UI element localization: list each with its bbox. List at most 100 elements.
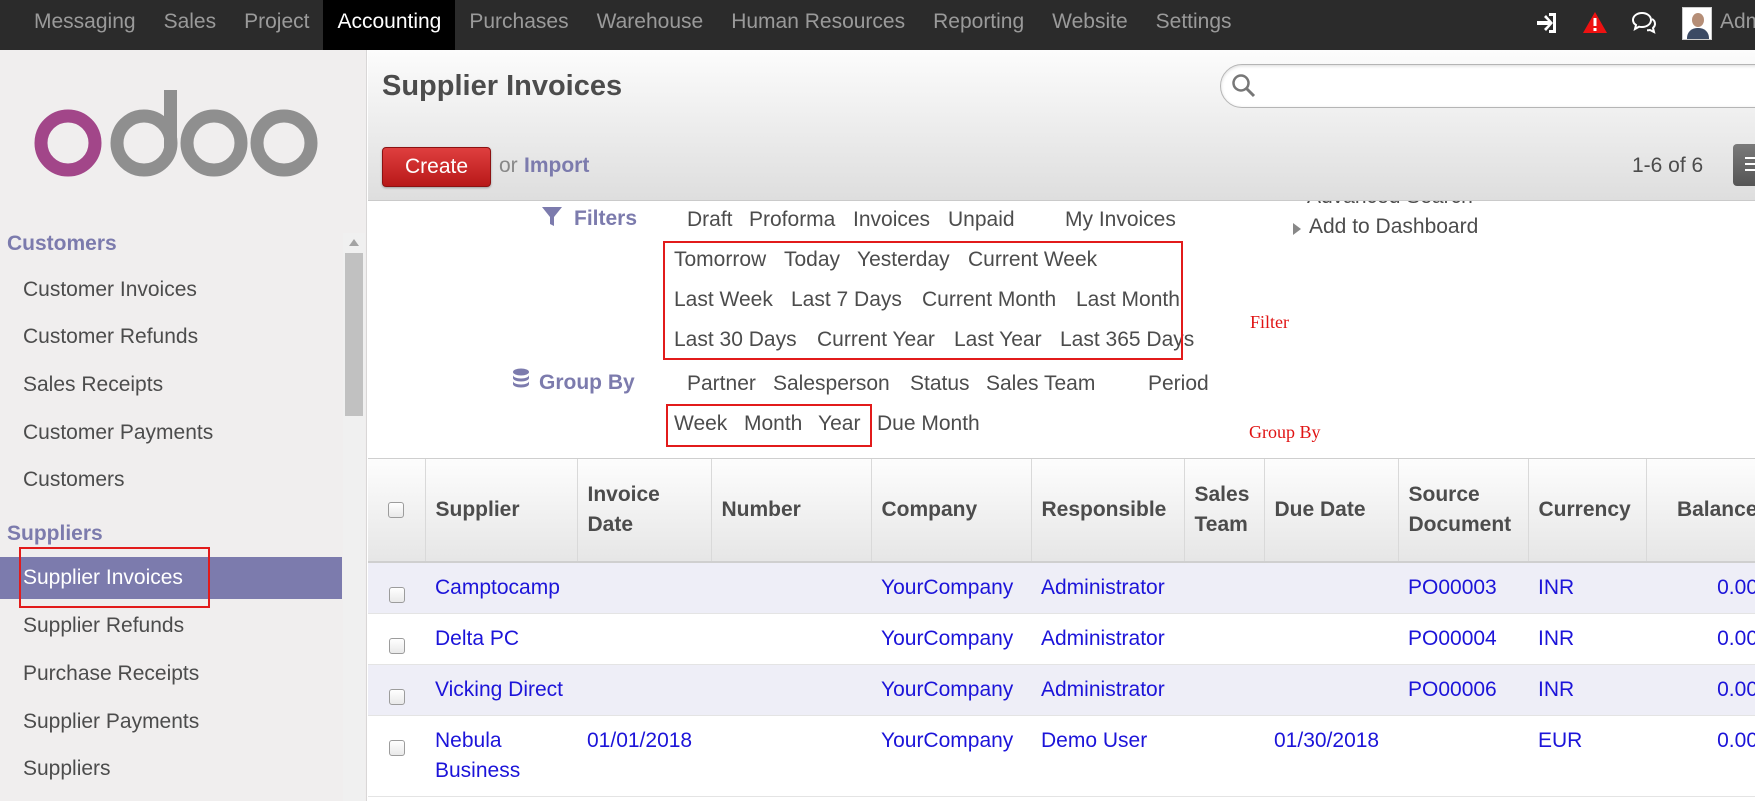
cell-company[interactable]: YourCompany bbox=[871, 715, 1031, 797]
scroll-thumb[interactable] bbox=[345, 253, 363, 416]
user-name[interactable]: Adm bbox=[1720, 0, 1755, 44]
cell-balance[interactable]: 0.00 bbox=[1646, 613, 1755, 665]
scroll-up-arrow-icon[interactable] bbox=[349, 239, 359, 246]
menu-sales[interactable]: Sales bbox=[150, 0, 231, 50]
col-supplier[interactable]: Supplier bbox=[425, 459, 578, 563]
filter-invoices[interactable]: Invoices bbox=[853, 208, 930, 232]
sidebar-item-customers[interactable]: Customers bbox=[0, 459, 342, 501]
sidebar-item-customer-refunds[interactable]: Customer Refunds bbox=[0, 316, 342, 358]
col-invoice-date[interactable]: Invoice Date bbox=[577, 459, 712, 563]
cell-number[interactable] bbox=[711, 664, 871, 716]
sidebar-item-purchase-receipts[interactable]: Purchase Receipts bbox=[0, 653, 342, 695]
row-checkbox[interactable] bbox=[388, 587, 405, 604]
cell-invoice-date[interactable] bbox=[577, 613, 711, 665]
cell-responsible[interactable]: Administrator bbox=[1031, 613, 1184, 665]
cell-responsible[interactable]: Administrator bbox=[1031, 664, 1184, 716]
col-number[interactable]: Number bbox=[711, 459, 872, 563]
col-currency[interactable]: Currency bbox=[1528, 459, 1647, 563]
list-view-button[interactable] bbox=[1733, 144, 1755, 186]
filter-proforma[interactable]: Proforma bbox=[749, 208, 835, 232]
cell-invoice-date[interactable]: 01/01/2018 bbox=[577, 715, 711, 797]
sidebar-item-supplier-refunds[interactable]: Supplier Refunds bbox=[0, 605, 342, 647]
cell-currency[interactable]: EUR bbox=[1528, 715, 1646, 797]
cell-invoice-date[interactable] bbox=[577, 664, 711, 716]
groupby-period[interactable]: Period bbox=[1148, 372, 1209, 396]
row-checkbox[interactable] bbox=[388, 689, 405, 706]
col-responsible[interactable]: Responsible bbox=[1031, 459, 1185, 563]
cell-sales-team[interactable] bbox=[1184, 664, 1264, 716]
table-row[interactable]: Camptocamp YourCompany Administrator PO0… bbox=[368, 562, 1755, 614]
cell-source-document[interactable]: PO00003 bbox=[1398, 562, 1528, 614]
groupby-partner[interactable]: Partner bbox=[687, 372, 756, 396]
cell-due-date[interactable] bbox=[1264, 613, 1398, 665]
menu-settings[interactable]: Settings bbox=[1142, 0, 1246, 50]
groupby-salesperson[interactable]: Salesperson bbox=[773, 372, 890, 396]
cell-sales-team[interactable] bbox=[1184, 613, 1264, 665]
sidebar-item-customer-invoices[interactable]: Customer Invoices bbox=[0, 269, 342, 311]
sidebar-item-customer-payments[interactable]: Customer Payments bbox=[0, 412, 342, 454]
advanced-search-link[interactable]: Advanced Search bbox=[1307, 201, 1473, 209]
groupby-status[interactable]: Status bbox=[910, 372, 970, 396]
chat-icon[interactable] bbox=[1631, 10, 1657, 36]
cell-currency[interactable]: INR bbox=[1528, 613, 1646, 665]
col-due-date[interactable]: Due Date bbox=[1264, 459, 1399, 563]
cell-due-date[interactable] bbox=[1264, 664, 1398, 716]
filter-draft[interactable]: Draft bbox=[687, 208, 733, 232]
sidebar-item-sales-receipts[interactable]: Sales Receipts bbox=[0, 364, 342, 406]
cell-source-document[interactable]: PO00006 bbox=[1398, 664, 1528, 716]
col-company[interactable]: Company bbox=[871, 459, 1032, 563]
cell-supplier[interactable]: Delta PC bbox=[425, 613, 577, 665]
cell-sales-team[interactable] bbox=[1184, 715, 1264, 797]
menu-purchases[interactable]: Purchases bbox=[455, 0, 582, 50]
pager-value[interactable]: 1-6 of 6 bbox=[1632, 154, 1703, 178]
cell-currency[interactable]: INR bbox=[1528, 562, 1646, 614]
cell-invoice-date[interactable] bbox=[577, 562, 711, 614]
table-row[interactable]: Vicking Direct YourCompany Administrator… bbox=[368, 664, 1755, 716]
cell-responsible[interactable]: Administrator bbox=[1031, 562, 1184, 614]
menu-messaging[interactable]: Messaging bbox=[0, 0, 150, 50]
cell-supplier[interactable]: Vicking Direct bbox=[425, 664, 577, 716]
cell-source-document[interactable]: PO00004 bbox=[1398, 613, 1528, 665]
add-to-dashboard-link[interactable]: Add to Dashboard bbox=[1309, 215, 1478, 239]
menu-accounting[interactable]: Accounting bbox=[323, 0, 456, 50]
cell-balance[interactable]: 0.00 bbox=[1646, 715, 1755, 797]
create-button[interactable]: Create bbox=[382, 147, 491, 187]
menu-human-resources[interactable]: Human Resources bbox=[717, 0, 919, 50]
cell-sales-team[interactable] bbox=[1184, 562, 1264, 614]
cell-number[interactable] bbox=[711, 715, 871, 797]
sign-in-icon[interactable] bbox=[1534, 10, 1560, 36]
filter-unpaid[interactable]: Unpaid bbox=[948, 208, 1015, 232]
cell-company[interactable]: YourCompany bbox=[871, 613, 1031, 665]
cell-company[interactable]: YourCompany bbox=[871, 562, 1031, 614]
cell-currency[interactable]: INR bbox=[1528, 664, 1646, 716]
menu-project[interactable]: Project bbox=[230, 0, 323, 50]
col-source-document[interactable]: Source Document bbox=[1398, 459, 1529, 563]
menu-warehouse[interactable]: Warehouse bbox=[583, 0, 718, 50]
import-link[interactable]: Import bbox=[524, 154, 589, 178]
search-input[interactable] bbox=[1261, 71, 1755, 101]
sidebar-item-supplier-payments[interactable]: Supplier Payments bbox=[0, 701, 342, 743]
sidebar-scrollbar[interactable] bbox=[343, 233, 365, 801]
menu-website[interactable]: Website bbox=[1038, 0, 1141, 50]
select-all-checkbox[interactable] bbox=[388, 502, 405, 519]
cell-due-date[interactable] bbox=[1264, 562, 1398, 614]
cell-number[interactable] bbox=[711, 613, 871, 665]
groupby-due-month[interactable]: Due Month bbox=[877, 412, 980, 436]
cell-company[interactable]: YourCompany bbox=[871, 664, 1031, 716]
row-checkbox[interactable] bbox=[388, 638, 405, 655]
search-box[interactable] bbox=[1220, 64, 1755, 108]
menu-reporting[interactable]: Reporting bbox=[919, 0, 1038, 50]
col-sales-team[interactable]: Sales Team bbox=[1184, 459, 1265, 563]
cell-due-date[interactable]: 01/30/2018 bbox=[1264, 715, 1398, 797]
cell-responsible[interactable]: Demo User bbox=[1031, 715, 1184, 797]
sidebar-item-suppliers[interactable]: Suppliers bbox=[0, 748, 342, 790]
groupby-sales-team[interactable]: Sales Team bbox=[986, 372, 1095, 396]
warning-icon[interactable] bbox=[1582, 10, 1608, 36]
cell-balance[interactable]: 0.00 bbox=[1646, 664, 1755, 716]
table-row[interactable]: Delta PC YourCompany Administrator PO000… bbox=[368, 613, 1755, 665]
cell-balance[interactable]: 0.00 bbox=[1646, 562, 1755, 614]
cell-supplier[interactable]: Camptocamp bbox=[425, 562, 577, 614]
table-row[interactable]: Nebula Business 01/01/2018 YourCompany D… bbox=[368, 715, 1755, 797]
cell-number[interactable] bbox=[711, 562, 871, 614]
col-balance[interactable]: Balance bbox=[1646, 459, 1755, 563]
